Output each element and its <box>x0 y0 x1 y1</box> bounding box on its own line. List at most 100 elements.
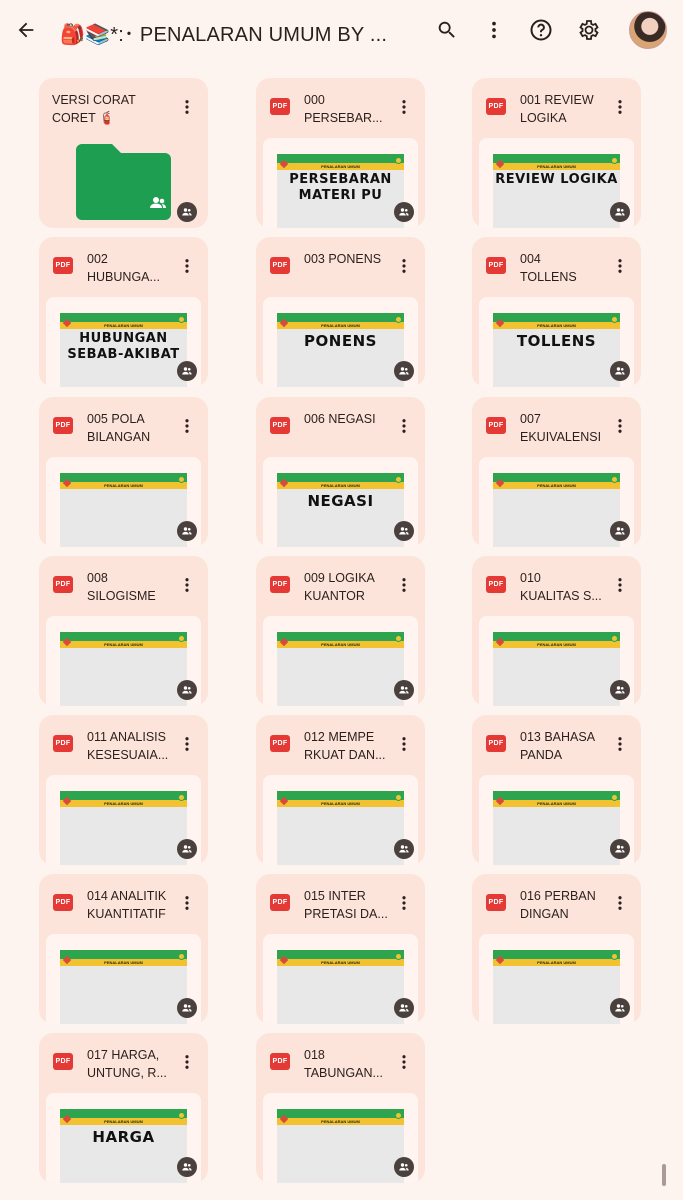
shared-people-icon <box>615 845 625 853</box>
pdf-file-item[interactable]: PDF 002 HUBUNGA... PENALARAN UMUM HUBUNGAN S… <box>39 237 208 387</box>
more-vert-icon <box>185 737 189 751</box>
shared-people-icon <box>399 527 409 535</box>
pdf-file-item[interactable]: PDF 001 REVIEW LOGIKA PENALARAN UMUM REVIEW … <box>472 78 641 228</box>
file-name-line-1: 018 <box>304 1048 325 1062</box>
pdf-file-item[interactable]: PDF 015 INTER PRETASI DA... PENALARAN UMUM <box>256 874 425 1024</box>
file-more-button[interactable] <box>610 574 630 596</box>
shared-people-icon <box>615 686 625 694</box>
pdf-icon: PDF <box>53 257 73 274</box>
slide-dot-icon <box>395 953 402 960</box>
slide-dot-icon <box>611 157 618 164</box>
pdf-file-item[interactable]: PDF 013 BAHASA PANDA PENALARAN UMUM <box>472 715 641 865</box>
file-more-button[interactable] <box>177 1051 197 1073</box>
search-button[interactable] <box>431 14 463 46</box>
file-name-line-1: 004 <box>520 252 541 266</box>
slide-dot-icon <box>395 316 402 323</box>
file-name-line-1: 008 <box>87 571 108 585</box>
more-vert-icon <box>402 259 406 273</box>
file-name-line-2: KUANTITATIF <box>87 907 166 921</box>
slide-header-text: PENALARAN UMUM <box>277 800 404 807</box>
file-more-button[interactable] <box>394 733 414 755</box>
slide-preview: PENALARAN UMUM <box>60 791 187 865</box>
file-more-button[interactable] <box>394 1051 414 1073</box>
pdf-file-item[interactable]: PDF 000 PERSEBAR... PENALARAN UMUM PERSEBARA… <box>256 78 425 228</box>
file-more-button[interactable] <box>610 733 630 755</box>
pdf-icon: PDF <box>486 257 506 274</box>
file-more-button[interactable] <box>177 892 197 914</box>
file-name-line-1: 011 ANALISIS <box>87 730 166 744</box>
account-avatar[interactable] <box>629 11 667 49</box>
shared-badge <box>610 521 630 541</box>
file-more-button[interactable] <box>610 255 630 277</box>
file-name: 003 PONENS <box>304 250 398 286</box>
more-vert-icon <box>492 21 496 39</box>
file-name: 007 EKUIVALENSI <box>520 410 614 446</box>
shared-people-icon <box>615 208 625 216</box>
file-more-button[interactable] <box>394 96 414 118</box>
file-more-button[interactable] <box>177 733 197 755</box>
pdf-icon: PDF <box>486 98 506 115</box>
slide-preview: PENALARAN UMUM PONENS <box>277 313 404 387</box>
file-name-line-1: 010 <box>520 571 541 585</box>
slide-preview: PENALARAN UMUM HUBUNGAN SEBAB-AKIBAT <box>60 313 187 387</box>
pdf-file-item[interactable]: PDF 009 LOGIKA KUANTOR PENALARAN UMUM <box>256 556 425 706</box>
scrollbar-thumb[interactable] <box>662 1164 666 1186</box>
file-name: 008 SILOGISME <box>87 569 181 605</box>
file-name-line-1: 012 MEMPE <box>304 730 375 744</box>
pdf-icon: PDF <box>270 576 290 593</box>
more-vert-icon <box>402 100 406 114</box>
shared-people-icon <box>615 1004 625 1012</box>
file-more-button[interactable] <box>610 415 630 437</box>
settings-button[interactable] <box>573 14 605 46</box>
shared-people-icon <box>182 367 192 375</box>
file-more-button[interactable] <box>394 574 414 596</box>
file-more-button[interactable] <box>610 892 630 914</box>
file-name-line-2: EKUIVALENSI <box>520 430 602 444</box>
slide-preview: PENALARAN UMUM PERSEBARAN MATERI PU <box>277 154 404 228</box>
file-more-button[interactable] <box>394 255 414 277</box>
slide-dot-icon <box>178 476 185 483</box>
pdf-file-item[interactable]: PDF 007 EKUIVALENSI PENALARAN UMUM <box>472 397 641 547</box>
file-name-line-2: RKUAT DAN... <box>304 748 386 762</box>
back-button[interactable] <box>10 14 42 46</box>
more-vert-icon <box>402 578 406 592</box>
arrow-back-icon <box>18 22 34 38</box>
file-name-line-2: TABUNGAN... <box>304 1066 383 1080</box>
shared-badge <box>610 202 630 222</box>
pdf-file-item[interactable]: PDF 016 PERBAN DINGAN PENALARAN UMUM <box>472 874 641 1024</box>
slide-preview: PENALARAN UMUM HARGA <box>60 1109 187 1183</box>
pdf-file-item[interactable]: PDF 005 POLA BILANGAN PENALARAN UMUM <box>39 397 208 547</box>
file-more-button[interactable] <box>177 96 197 118</box>
slide-header-text: PENALARAN UMUM <box>60 322 187 329</box>
file-more-button[interactable] <box>177 415 197 437</box>
more-options-button[interactable] <box>478 14 510 46</box>
file-name-line-2: UNTUNG, R... <box>87 1066 167 1080</box>
file-more-button[interactable] <box>610 96 630 118</box>
file-more-button[interactable] <box>177 574 197 596</box>
file-more-button[interactable] <box>177 255 197 277</box>
pdf-file-item[interactable]: PDF 014 ANALITIK KUANTITATIF PENALARAN UMUM <box>39 874 208 1024</box>
shared-badge <box>610 680 630 700</box>
pdf-file-item[interactable]: PDF 003 PONENS PENALARAN UMUM PONENS <box>256 237 425 387</box>
pdf-file-item[interactable]: PDF 017 HARGA, UNTUNG, R... PENALARAN UMUM H… <box>39 1033 208 1183</box>
help-button[interactable] <box>525 14 557 46</box>
pdf-file-item[interactable]: PDF 018 TABUNGAN... PENALARAN UMUM <box>256 1033 425 1183</box>
shared-people-icon <box>615 527 625 535</box>
file-name: VERSI CORAT CORET 🧯 <box>52 91 172 127</box>
pdf-file-item[interactable]: PDF 011 ANALISIS KESESUAIA... PENALARAN UMU… <box>39 715 208 865</box>
pdf-icon: PDF <box>270 98 290 115</box>
pdf-file-item[interactable]: PDF 006 NEGASI PENALARAN UMUM NEGASI <box>256 397 425 547</box>
pdf-file-item[interactable]: PDF 004 TOLLENS PENALARAN UMUM TOLLENS <box>472 237 641 387</box>
pdf-icon: PDF <box>53 894 73 911</box>
pdf-file-item[interactable]: PDF 008 SILOGISME PENALARAN UMUM <box>39 556 208 706</box>
file-name-line-2: HUBUNGA... <box>87 270 160 284</box>
slide-dot-icon <box>611 635 618 642</box>
pdf-file-item[interactable]: PDF 010 KUALITAS S... PENALARAN UMUM <box>472 556 641 706</box>
folder-item[interactable]: VERSI CORAT CORET 🧯 <box>39 78 208 228</box>
slide-preview: PENALARAN UMUM <box>277 1109 404 1183</box>
pdf-file-item[interactable]: PDF 012 MEMPE RKUAT DAN... PENALARAN UMUM <box>256 715 425 865</box>
file-name: 014 ANALITIK KUANTITATIF <box>87 887 181 923</box>
file-more-button[interactable] <box>394 415 414 437</box>
file-name: 012 MEMPE RKUAT DAN... <box>304 728 398 764</box>
file-more-button[interactable] <box>394 892 414 914</box>
